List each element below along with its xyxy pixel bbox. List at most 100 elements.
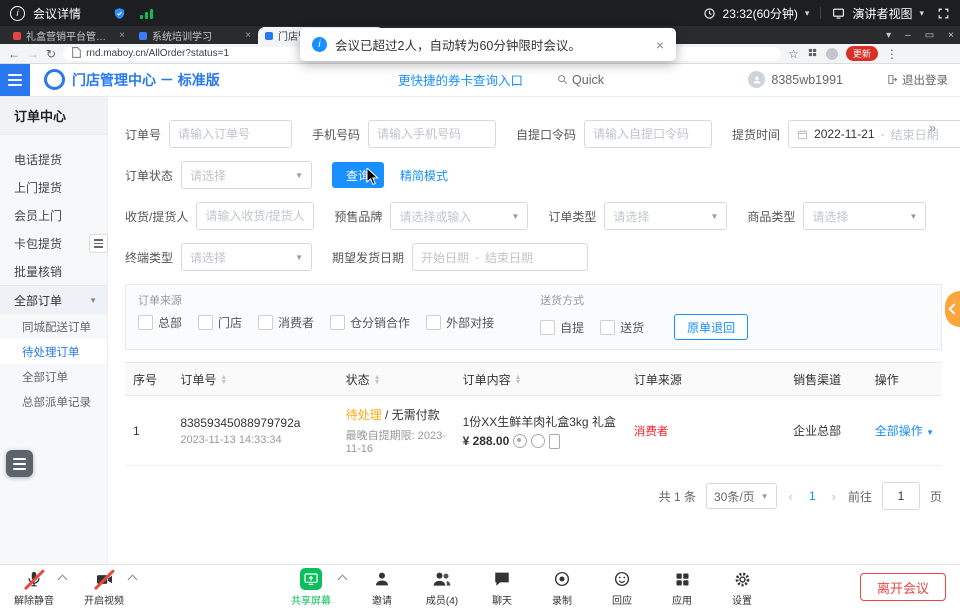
- sidebar-item-all-orders-group[interactable]: 全部订单 ▼: [0, 285, 107, 314]
- forward-icon[interactable]: →: [27, 48, 39, 60]
- share-screen-button[interactable]: 共享屏幕: [285, 568, 337, 607]
- window-close-button[interactable]: ×: [948, 30, 954, 41]
- checkbox-icon: [426, 315, 441, 330]
- logout-button[interactable]: 退出登录: [887, 72, 948, 88]
- share-options-caret[interactable]: [338, 575, 348, 585]
- network-signal-icon: [140, 8, 153, 19]
- col-order-no[interactable]: 订单号▲▼: [172, 363, 337, 396]
- col-index: 序号: [125, 363, 172, 396]
- order-status-label: 订单状态: [125, 167, 173, 184]
- pickup-code-input[interactable]: [584, 120, 712, 148]
- checkbox-self-pickup[interactable]: 自提: [540, 319, 584, 336]
- sidebar-drag-handle[interactable]: [89, 234, 108, 253]
- checkbox-delivery[interactable]: 送货: [600, 319, 644, 336]
- sidebar-sub-pending-orders[interactable]: 待处理订单: [0, 339, 107, 364]
- profile-avatar[interactable]: [826, 48, 838, 60]
- checkbox-warehouse-coop[interactable]: 仓分销合作: [330, 314, 410, 331]
- members-button[interactable]: 成员(4): [418, 568, 466, 607]
- order-status-select[interactable]: 请选择▼: [181, 161, 312, 189]
- hamburger-menu-button[interactable]: [0, 63, 30, 96]
- start-video-button[interactable]: 开启视频: [80, 568, 128, 607]
- sidebar-item-batch[interactable]: 批量核销: [0, 257, 107, 285]
- sidebar-item-phone-pickup[interactable]: 电话提货: [0, 145, 107, 173]
- window-minimize-button[interactable]: –: [905, 30, 911, 41]
- browser-update-button[interactable]: 更新: [846, 46, 878, 61]
- kebab-menu-icon[interactable]: ⋮: [886, 47, 898, 61]
- cell-action: 全部操作 ▼: [867, 396, 942, 466]
- meeting-details-link[interactable]: 会议详情: [33, 5, 81, 22]
- tab-close-icon[interactable]: ×: [245, 30, 251, 41]
- status-extra: / 无需付款: [385, 408, 440, 422]
- meeting-topbar: i 会议详情 23:32(60分钟) ▾ 演讲者视图 ▾: [0, 0, 960, 26]
- leave-meeting-button[interactable]: 离开会议: [860, 573, 946, 601]
- pickup-time-label: 提货时间: [732, 126, 780, 143]
- checkbox-consumer[interactable]: 消费者: [258, 314, 314, 331]
- settings-button[interactable]: 设置: [718, 568, 766, 607]
- page-size-select[interactable]: 30条/页▼: [706, 483, 777, 509]
- invite-button[interactable]: 邀请: [358, 568, 406, 607]
- filter-collapse-icon[interactable]: »: [929, 120, 936, 135]
- current-page[interactable]: 1: [805, 489, 820, 503]
- tab-close-icon[interactable]: ×: [119, 30, 125, 41]
- react-button[interactable]: 回应: [598, 568, 646, 607]
- prev-page-button[interactable]: ‹: [787, 489, 795, 504]
- extensions-icon[interactable]: [807, 47, 818, 61]
- simple-mode-link[interactable]: 精简模式: [400, 167, 448, 184]
- tab-search-caret-icon[interactable]: ▾: [886, 30, 891, 41]
- status-badge: 待处理: [346, 408, 382, 422]
- sidebar-item-member[interactable]: 会员上门: [0, 201, 107, 229]
- bookmark-star-icon[interactable]: ☆: [788, 47, 799, 61]
- checkbox-store[interactable]: 门店: [198, 314, 242, 331]
- floating-toolbar-button[interactable]: [6, 450, 33, 477]
- browser-tab-1[interactable]: 礼盒营销平台管理中心 ×: [6, 27, 132, 44]
- next-page-button[interactable]: ›: [830, 489, 838, 504]
- sidebar-item-door-pickup[interactable]: 上门提货: [0, 173, 107, 201]
- video-options-caret[interactable]: [128, 575, 138, 585]
- order-no-label: 订单号: [125, 126, 161, 143]
- quick-search[interactable]: Quick: [557, 73, 604, 87]
- original-return-button[interactable]: 原单退回: [674, 314, 748, 340]
- username: 8385wb1991: [771, 73, 843, 87]
- sidebar-sub-all-orders[interactable]: 全部订单: [0, 364, 107, 389]
- checkbox-external[interactable]: 外部对接: [426, 314, 494, 331]
- checkbox-hq[interactable]: 总部: [138, 314, 182, 331]
- user-menu[interactable]: 8385wb1991: [748, 71, 843, 88]
- mic-options-caret[interactable]: [58, 575, 68, 585]
- order-type-select[interactable]: 请选择▼: [604, 202, 727, 230]
- presale-brand-select[interactable]: 请选择或输入▼: [390, 202, 528, 230]
- apps-button[interactable]: 应用: [658, 568, 706, 607]
- cell-index: 1: [125, 396, 172, 466]
- chat-button[interactable]: 聊天: [478, 568, 526, 607]
- sidebar-sub-hq-dispatch[interactable]: 总部派单记录: [0, 389, 107, 414]
- total-count: 共 1 条: [659, 488, 696, 505]
- window-maximize-button[interactable]: ▭: [925, 30, 934, 41]
- col-content[interactable]: 订单内容▲▼: [455, 363, 626, 396]
- invite-person-icon: [373, 570, 391, 588]
- coupon-query-link[interactable]: 更快捷的券卡查询入口: [398, 70, 523, 89]
- view-mode-label[interactable]: 演讲者视图: [852, 5, 912, 22]
- refresh-icon[interactable]: ↻: [46, 48, 56, 60]
- timer-icon: [703, 7, 716, 20]
- receiver-input[interactable]: [196, 202, 314, 230]
- timer-caret-icon[interactable]: ▾: [805, 8, 810, 19]
- record-button[interactable]: 录制: [538, 568, 586, 607]
- status-note: 最晚自提期限: 2023-11-16: [346, 427, 447, 455]
- all-actions-link[interactable]: 全部操作 ▼: [875, 424, 934, 438]
- fullscreen-icon[interactable]: [937, 7, 950, 20]
- goods-type-select[interactable]: 请选择▼: [803, 202, 926, 230]
- phone-input[interactable]: [368, 120, 496, 148]
- browser-tab-2[interactable]: 系统培训学习 ×: [132, 27, 258, 44]
- divider: [820, 7, 821, 19]
- terminal-type-select[interactable]: 请选择▼: [181, 243, 312, 271]
- unmute-button[interactable]: 解除静音: [10, 568, 58, 607]
- record-icon: [553, 570, 571, 588]
- goto-page-input[interactable]: [882, 482, 920, 510]
- back-icon[interactable]: ←: [8, 48, 20, 60]
- col-status[interactable]: 状态▲▼: [338, 363, 455, 396]
- expect-ship-date-range[interactable]: 开始日期 - 结束日期: [412, 243, 588, 271]
- view-mode-caret-icon[interactable]: ▾: [919, 8, 924, 19]
- sidebar-sub-city-delivery[interactable]: 同城配送订单: [0, 314, 107, 339]
- order-no-input[interactable]: [169, 120, 292, 148]
- toast-close-icon[interactable]: ×: [656, 37, 664, 53]
- search-icon: [557, 74, 568, 85]
